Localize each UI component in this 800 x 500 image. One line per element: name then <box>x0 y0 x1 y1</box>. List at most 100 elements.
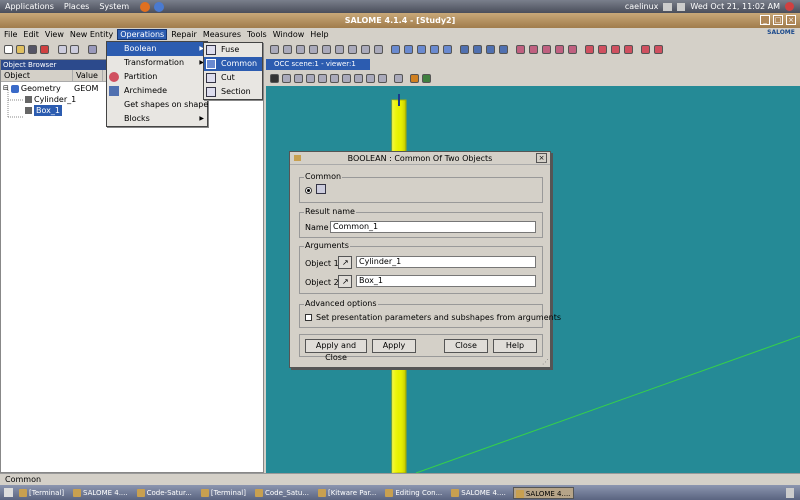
reset-view-icon[interactable] <box>378 73 387 83</box>
copy-icon[interactable] <box>58 45 67 54</box>
help-button[interactable]: Help <box>493 339 537 353</box>
menu-new-entity[interactable]: New Entity <box>68 30 115 39</box>
panel-clock[interactable]: Wed Oct 21, 11:02 AM <box>690 2 780 11</box>
arc-icon[interactable] <box>322 45 331 54</box>
line-icon[interactable] <box>283 45 292 54</box>
torus-icon[interactable] <box>430 45 439 54</box>
dialog-titlebar[interactable]: BOOLEAN : Common Of Two Objects × <box>290 152 550 165</box>
maximize-button[interactable]: □ <box>773 15 783 25</box>
task-terminal-1[interactable]: [Terminal] <box>17 487 67 499</box>
task-code-saturne-2[interactable]: Code_Satu... <box>253 487 312 499</box>
rotate-icon[interactable] <box>342 73 351 83</box>
column-value[interactable]: Value <box>73 70 103 81</box>
plane-icon[interactable] <box>361 45 370 54</box>
paste-icon[interactable] <box>70 45 79 54</box>
dump-view-icon[interactable] <box>422 73 431 83</box>
ellipse-icon[interactable] <box>309 45 318 54</box>
panel-menu-system[interactable]: System <box>94 2 134 11</box>
viewer-tab[interactable]: OCC scene:1 - viewer:1 <box>266 59 370 70</box>
result-name-input[interactable]: Common_1 <box>330 221 536 233</box>
close-window-button[interactable]: × <box>786 15 796 25</box>
cut-icon[interactable] <box>486 45 495 54</box>
zoom-icon[interactable] <box>306 73 315 83</box>
group-icon[interactable] <box>598 45 607 54</box>
pan-icon[interactable] <box>318 73 327 83</box>
menu-item-archimede[interactable]: Archimede <box>107 84 207 98</box>
menu-file[interactable]: File <box>2 30 19 39</box>
volume-icon[interactable] <box>677 2 686 11</box>
menu-window[interactable]: Window <box>271 30 307 39</box>
global-pan-icon[interactable] <box>330 73 339 83</box>
menu-item-fuse[interactable]: Fuse <box>204 43 262 57</box>
task-salome-3[interactable]: SALOME 4.... <box>512 486 575 499</box>
menu-view[interactable]: View <box>43 30 66 39</box>
object1-select-button[interactable]: ↗ <box>338 256 352 269</box>
clone-view-icon[interactable] <box>394 73 403 83</box>
offset-icon[interactable] <box>568 45 577 54</box>
firefox-icon[interactable] <box>140 1 151 12</box>
fuse-icon[interactable] <box>460 45 469 54</box>
menu-item-boolean[interactable]: Boolean ▶ <box>107 42 207 56</box>
lcs-icon[interactable] <box>374 45 383 54</box>
presentation-checkbox[interactable] <box>305 314 312 321</box>
trash-icon[interactable] <box>786 487 794 498</box>
curve-icon[interactable] <box>335 45 344 54</box>
task-editing[interactable]: Editing Con... <box>383 487 445 499</box>
menu-help[interactable]: Help <box>308 30 330 39</box>
menu-item-cut[interactable]: Cut <box>204 71 262 85</box>
column-object[interactable]: Object <box>1 70 73 81</box>
menu-operations[interactable]: Operations <box>117 29 168 40</box>
object2-input[interactable]: Box_1 <box>356 275 536 287</box>
show-desktop-icon[interactable] <box>4 488 13 497</box>
menu-item-transformation[interactable]: Transformation ▶ <box>107 56 207 70</box>
save-icon[interactable] <box>28 45 37 54</box>
fit-area-icon[interactable] <box>294 73 303 83</box>
mirror-icon[interactable] <box>542 45 551 54</box>
new-document-icon[interactable] <box>4 45 13 54</box>
close-document-icon[interactable] <box>40 45 49 54</box>
translation-icon[interactable] <box>516 45 525 54</box>
menu-item-blocks[interactable]: Blocks ▶ <box>107 112 207 126</box>
circle-icon[interactable] <box>296 45 305 54</box>
explode-icon[interactable] <box>585 45 594 54</box>
menu-repair[interactable]: Repair <box>169 30 199 39</box>
camera-icon[interactable] <box>270 73 279 83</box>
vector-icon[interactable] <box>348 45 357 54</box>
filling-icon[interactable] <box>641 45 650 54</box>
trihedron-icon[interactable] <box>410 73 419 83</box>
cylinder-icon[interactable] <box>404 45 413 54</box>
front-view-icon[interactable] <box>354 73 363 83</box>
glue-icon[interactable] <box>624 45 633 54</box>
partition-icon[interactable] <box>611 45 620 54</box>
point-icon[interactable] <box>270 45 279 54</box>
object1-input[interactable]: Cylinder_1 <box>356 256 536 268</box>
task-code-saturne-1[interactable]: Code-Satur... <box>135 487 195 499</box>
menu-measures[interactable]: Measures <box>201 30 243 39</box>
task-salome-2[interactable]: SALOME 4.... <box>449 487 509 499</box>
menu-item-common[interactable]: Common <box>204 57 262 71</box>
menu-item-get-shapes[interactable]: Get shapes on shape <box>107 98 208 112</box>
pipe-icon[interactable] <box>654 45 663 54</box>
close-button[interactable]: Close <box>444 339 488 353</box>
task-kitware[interactable]: [Kitware Par... <box>316 487 379 499</box>
minimize-button[interactable]: _ <box>760 15 770 25</box>
apply-and-close-button[interactable]: Apply and Close <box>305 339 367 362</box>
resize-grip-icon[interactable]: ⋰ <box>542 358 549 366</box>
sphere-icon[interactable] <box>417 45 426 54</box>
rotation-icon[interactable] <box>529 45 538 54</box>
power-icon[interactable] <box>785 2 794 11</box>
task-terminal-2[interactable]: [Terminal] <box>199 487 249 499</box>
cone-icon[interactable] <box>443 45 452 54</box>
operation-radio[interactable] <box>305 187 312 194</box>
menu-edit[interactable]: Edit <box>21 30 41 39</box>
open-folder-icon[interactable] <box>16 45 25 54</box>
scale-icon[interactable] <box>555 45 564 54</box>
box-icon[interactable] <box>391 45 400 54</box>
top-view-icon[interactable] <box>366 73 375 83</box>
dump-study-icon[interactable] <box>88 45 97 54</box>
help-launcher-icon[interactable] <box>154 1 165 12</box>
menu-item-section[interactable]: Section <box>204 85 262 99</box>
menu-tools[interactable]: Tools <box>245 30 269 39</box>
common-icon[interactable] <box>473 45 482 54</box>
dialog-close-icon[interactable]: × <box>536 153 547 163</box>
